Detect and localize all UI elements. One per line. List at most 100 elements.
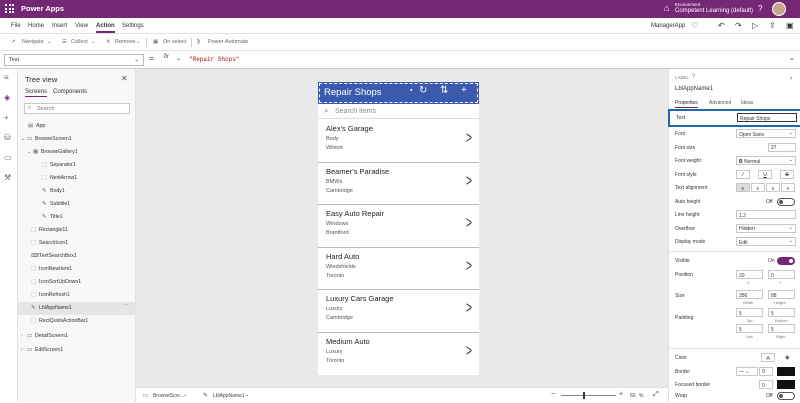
sort-icon[interactable]: ⇅ [440,85,448,96]
wrap-toggle[interactable] [777,392,795,400]
padding-left-input[interactable]: 5 [736,324,763,333]
strikethrough-button[interactable]: S [780,169,794,179]
menu-action[interactable]: Action [96,23,115,33]
tab-advanced[interactable]: Advanced [709,100,731,106]
refresh-icon[interactable]: ↻ [419,85,427,96]
environment-name[interactable]: Competent Learning (default) [675,8,753,14]
advanced-tools-icon[interactable]: ⚒ [4,173,11,182]
remove-button[interactable]: Remove [115,39,135,45]
chevron-right-icon[interactable]: > [466,213,472,233]
undo-icon[interactable]: ↶ [718,21,725,30]
more-options-icon[interactable]: ⋯ [123,302,128,308]
menu-file[interactable]: File [11,23,21,29]
tab-properties[interactable]: Properties [675,100,698,108]
expand-formula-icon[interactable]: ⌄ [789,54,795,62]
fill-color-icon[interactable]: ◈ [785,354,790,361]
border-width-input[interactable]: 0 [759,366,773,376]
save-icon[interactable]: ▣ [786,21,794,30]
tree-node-separator[interactable]: ⬚ Separator1 [18,159,136,172]
avatar[interactable] [772,2,786,16]
data-icon[interactable]: ⛁ [4,133,11,142]
line-height-input[interactable]: 1.2 [736,210,796,219]
padding-bottom-input[interactable]: 5 [768,308,795,317]
add-icon[interactable]: + [461,85,467,96]
tree-node-title[interactable]: ✎ Title1 [18,211,136,224]
app-launcher-icon[interactable] [5,4,14,13]
app-header-title[interactable]: Repair Shops [324,87,382,98]
overflow-dropdown[interactable]: Hidden ⌄ [736,223,796,233]
align-justify-icon[interactable]: ≡ [781,183,795,192]
gallery-item[interactable]: Medium Auto Luxury Toronto > [318,332,479,375]
underline-button[interactable]: U [758,169,772,179]
control-name[interactable]: LblAppName1 [675,86,713,92]
gallery-item[interactable]: Easy Auto Repair Windows Brantford > [318,205,479,248]
position-x-input[interactable]: 20 [736,270,763,279]
hamburger-icon[interactable]: ≡ [4,73,9,82]
formula-input[interactable]: "Repair Shops" [186,53,786,66]
text-property-input[interactable]: Repair Shops [737,113,797,122]
chevron-down-icon[interactable]: ⌄ [91,39,96,45]
media-icon[interactable]: ▭ [4,153,12,162]
gallery-item[interactable]: Hard Auto Windshields Toronto > [318,247,479,290]
menu-view[interactable]: View [75,23,88,29]
tab-ideas[interactable]: Ideas [741,100,753,106]
tree-node-body[interactable]: ✎ Body1 [18,185,136,198]
chevron-right-icon[interactable]: > [466,256,472,276]
help-icon[interactable]: ? [692,74,695,80]
padding-right-input[interactable]: 5 [768,324,795,333]
menu-insert[interactable]: Insert [52,23,67,29]
chevron-right-icon[interactable]: > [466,298,472,318]
tree-node-iconrefresh[interactable]: ⬚ IconRefresh1 [18,289,136,302]
tree-node-rectquickactionbar[interactable]: ⬚ RectQuickActionBar1 [18,315,136,328]
tree-node-lblappname[interactable]: ✎ LblAppName1 ⋯ [18,302,136,315]
insert-icon[interactable]: + [4,113,9,122]
fit-screen-icon[interactable]: ⤢ [653,391,659,399]
tree-node-rectangle[interactable]: ⬚ Rectangle11 [18,224,136,237]
chevron-down-icon[interactable]: ⌄ [245,392,249,398]
play-icon[interactable]: ▷ [752,21,758,30]
app-search-box[interactable]: ⌕ Search items [318,105,479,119]
tree-node-gallery[interactable]: ⌄ ▦ BrowseGallery1 [18,146,136,159]
height-input[interactable]: 88 [768,290,795,299]
tree-node-iconsortupdown[interactable]: ⬚ IconSortUpDown1 [18,276,136,289]
align-right-icon[interactable]: ≡ [766,183,780,192]
chevron-right-icon[interactable]: › [790,75,792,82]
border-style-dropdown[interactable]: — ⌄ [736,366,758,376]
redo-icon[interactable]: ↷ [735,21,742,30]
tree-node-nextarrow[interactable]: ⬚ NextArrow1 [18,172,136,185]
tree-node-app[interactable]: ▤ App [18,120,136,133]
chevron-down-icon[interactable]: ⌄ [136,39,141,45]
tab-screens[interactable]: Screens [25,89,48,97]
font-dropdown[interactable]: Open Sans ⌄ [736,129,796,138]
chevron-right-icon[interactable]: > [466,341,472,361]
focused-border-color-swatch[interactable] [777,380,795,389]
menu-home[interactable]: Home [28,23,44,29]
visible-toggle[interactable] [777,257,795,265]
font-size-input[interactable]: 27 [768,142,796,152]
collect-button[interactable]: Collect [71,39,88,45]
on-select-button[interactable]: On select [163,39,186,45]
close-icon[interactable]: ✕ [121,74,128,83]
width-input[interactable]: 356 [736,290,763,299]
help-icon[interactable]: ? [758,4,762,13]
zoom-slider-thumb[interactable] [583,392,585,399]
tree-node-searchicon[interactable]: ⬚ SearchIcon1 [18,237,136,250]
chevron-down-icon[interactable]: ⌄ [183,392,187,398]
gallery-item[interactable]: Alex's Garage Body Wilmot > [318,120,479,163]
status-screen[interactable]: BrowseScre... [153,393,184,399]
chevron-right-icon[interactable]: > [466,171,472,191]
zoom-out-icon[interactable]: − [551,391,555,398]
font-weight-dropdown[interactable]: B Normal ⌄ [736,156,796,165]
status-control[interactable]: LblAppName1 [213,393,245,399]
tab-components[interactable]: Components [53,89,87,95]
italic-button[interactable]: / [736,169,750,179]
align-left-icon[interactable]: ≡ [736,183,750,192]
tree-view-icon[interactable]: ◈ [4,93,10,102]
gallery-item[interactable]: Beamer's Paradise BMWs Cambridge > [318,162,479,205]
display-mode-dropdown[interactable]: Edit ⌄ [736,237,796,246]
tree-search-input[interactable]: ⌕ Search [24,103,130,114]
app-header[interactable]: Repair Shops ▪ ↻ ⇅ + [318,82,479,104]
chevron-down-icon[interactable]: ⌄ [47,39,52,45]
property-dropdown[interactable]: Text ⌄ [4,54,144,66]
tree-node-iconnewitem[interactable]: ⬚ IconNewItem1 [18,263,136,276]
